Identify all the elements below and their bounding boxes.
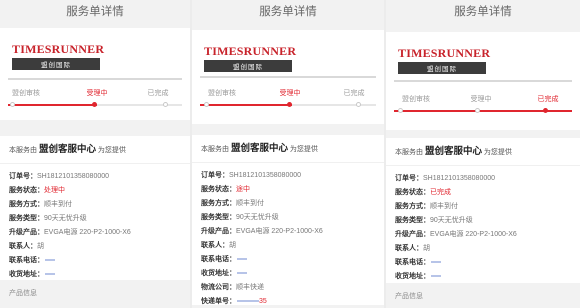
address-row: 收货地址： <box>9 268 190 282</box>
step-dot-review <box>10 102 15 107</box>
contact-row: 联系人：胡 <box>201 242 236 249</box>
step-dot-done <box>163 102 168 107</box>
timesrunner-logo: TIMESRUNNER 盟创国际 <box>12 42 105 70</box>
page-title: 服务单详情 <box>66 6 124 18</box>
type-row: 服务类型：90天无忧升级 <box>395 217 473 224</box>
status-row: 服务状态：已完成 <box>395 189 451 196</box>
phone-row: 联系电话： <box>395 256 580 270</box>
step-label-accepting: 受理中 <box>86 90 108 97</box>
status-card: TIMESRUNNER 盟创国际 盟创审核 受理中 已完成 <box>192 30 384 124</box>
step-label-done: 已完成 <box>537 96 559 103</box>
product-info-header: 产品信息 <box>395 293 423 300</box>
product-row: 升级产品：EVGA电源 220-P2-1000-X6 <box>201 228 323 235</box>
service-info-card: 本服务由 盟创客服中心 为您提供 订单号：SH1812101358080000 … <box>0 136 190 280</box>
status-badge: 处理中 <box>44 187 65 194</box>
step-dot-done <box>543 108 548 113</box>
status-badge: 已完成 <box>430 189 451 196</box>
order-number-row: 订单号：SH1812101358080000 <box>9 173 110 180</box>
step-dot-review <box>204 102 209 107</box>
type-row: 服务类型：90天无忧升级 <box>201 214 279 221</box>
redacted-mark <box>45 259 55 262</box>
redacted-mark <box>431 261 441 264</box>
status-row: 服务状态：途中 <box>201 186 250 193</box>
step-dot-review <box>398 108 403 113</box>
step-label-review: 盟创审核 <box>12 90 40 97</box>
status-badge: 途中 <box>236 186 250 193</box>
address-row: 收货地址： <box>395 270 580 284</box>
provider-line: 本服务由 盟创客服中心 为您提供 <box>0 136 190 164</box>
status-row: 服务状态：处理中 <box>9 187 65 194</box>
type-row: 服务类型：90天无忧升级 <box>9 215 87 222</box>
order-number-row: 订单号：SH1812101358080000 <box>201 172 302 179</box>
redacted-mark <box>45 273 55 276</box>
progress-track <box>8 78 182 80</box>
step-label-review: 盟创审核 <box>208 90 236 97</box>
redacted-mark <box>431 275 441 278</box>
tracking-row: 快递单号： 35 <box>201 298 267 305</box>
step-dot-accepting <box>92 102 97 107</box>
status-card: TIMESRUNNER 盟创国际 盟创审核 受理中 已完成 <box>386 32 580 130</box>
order-number-row: 订单号：SH1812101358080000 <box>395 175 496 182</box>
step-dot-done <box>356 102 361 107</box>
phone-row: 联系电话： <box>9 254 190 268</box>
contact-row: 联系人：胡 <box>9 243 44 250</box>
redacted-mark <box>237 272 247 275</box>
page-title: 服务单详情 <box>454 6 512 18</box>
panel-in-transit: 服务单详情 TIMESRUNNER 盟创国际 盟创审核 受理中 已完成 本服务由… <box>192 0 384 308</box>
step-label-accepting: 受理中 <box>470 96 492 103</box>
contact-row: 联系人：胡 <box>395 245 430 252</box>
status-card: TIMESRUNNER 盟创国际 盟创审核 受理中 已完成 <box>0 28 190 120</box>
method-row: 服务方式：顺丰到付 <box>9 201 72 208</box>
timesrunner-logo: TIMESRUNNER 盟创国际 <box>204 44 297 72</box>
provider-line: 本服务由 盟创客服中心 为您提供 <box>386 138 580 166</box>
product-info-header: 产品信息 <box>9 290 37 297</box>
method-row: 服务方式：顺丰到付 <box>201 200 264 207</box>
redacted-mark <box>237 300 259 303</box>
panel-completed: 服务单详情 TIMESRUNNER 盟创国际 盟创审核 受理中 已完成 本服务由… <box>386 0 580 308</box>
step-dot-accepting <box>475 108 480 113</box>
product-row: 升级产品：EVGA电源 220-P2-1000-X6 <box>9 229 131 236</box>
redacted-mark <box>237 258 247 261</box>
method-row: 服务方式：顺丰到付 <box>395 203 458 210</box>
step-label-accepting: 受理中 <box>279 90 301 97</box>
logistics-row: 物流公司：顺丰快递 <box>201 284 264 291</box>
service-info-card: 本服务由 盟创客服中心 为您提供 订单号：SH1812101358080000 … <box>192 135 384 305</box>
timesrunner-logo: TIMESRUNNER 盟创国际 <box>398 46 491 74</box>
service-info-card: 本服务由 盟创客服中心 为您提供 订单号：SH1812101358080000 … <box>386 138 580 283</box>
progress-track <box>394 80 572 82</box>
product-row: 升级产品：EVGA电源 220-P2-1000-X6 <box>395 231 517 238</box>
step-label-review: 盟创审核 <box>402 96 430 103</box>
step-label-done: 已完成 <box>343 90 365 97</box>
progress-track <box>200 76 376 78</box>
page-title: 服务单详情 <box>259 6 317 18</box>
provider-line: 本服务由 盟创客服中心 为您提供 <box>192 135 384 163</box>
step-label-done: 已完成 <box>147 90 169 97</box>
address-row: 收货地址： <box>201 267 384 281</box>
step-dot-accepting <box>287 102 292 107</box>
panel-processing: 服务单详情 TIMESRUNNER 盟创国际 盟创审核 受理中 已完成 本服务由… <box>0 0 190 308</box>
phone-row: 联系电话： <box>201 253 384 267</box>
